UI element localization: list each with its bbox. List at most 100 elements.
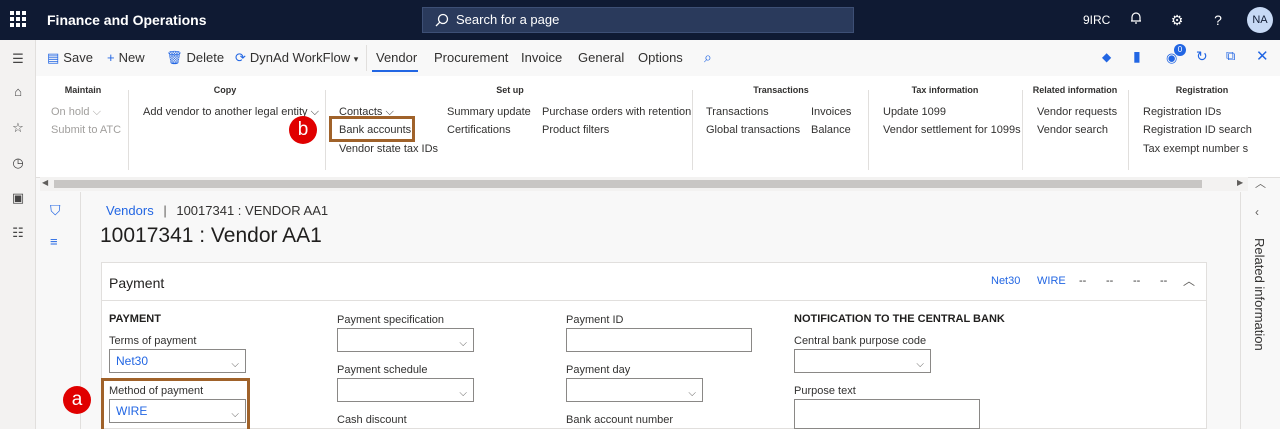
help-icon[interactable]: ? <box>1209 11 1227 29</box>
purpose-text-label: Purpose text <box>794 385 856 397</box>
group-divider <box>325 90 326 170</box>
certifications-button[interactable]: Certifications <box>447 124 511 136</box>
active-tab-indicator <box>372 70 418 72</box>
update-1099-button[interactable]: Update 1099 <box>883 106 946 118</box>
purchase-orders-retention-button[interactable]: Purchase orders with retention <box>542 106 691 118</box>
trash-icon: 🗑 <box>166 50 183 65</box>
payment-schedule-select[interactable]: ⌵ <box>337 378 474 402</box>
summary-field: -- <box>1106 275 1114 287</box>
new-button[interactable]: + New <box>107 50 145 65</box>
office-icon[interactable]: ▮ <box>1133 48 1141 65</box>
delete-button[interactable]: 🗑 Delete <box>166 50 224 66</box>
modules-list-icon[interactable]: ☷ <box>9 224 27 242</box>
terms-of-payment-value: Net30 <box>116 354 149 368</box>
add-vendor-label: Add vendor to another legal entity <box>143 106 308 118</box>
summary-terms: Net30 <box>991 275 1021 287</box>
breadcrumb-vendors-link[interactable]: Vendors <box>106 203 154 218</box>
annotation-badge-b: b <box>289 116 317 144</box>
group-divider <box>128 90 129 170</box>
terms-of-payment-label: Terms of payment <box>109 335 197 347</box>
home-icon[interactable]: ⌂ <box>9 83 27 101</box>
workspace-icon[interactable]: ▣ <box>9 189 27 207</box>
divider <box>366 45 367 71</box>
summary-update-button[interactable]: Summary update <box>447 106 531 118</box>
tab-options[interactable]: Options <box>638 50 683 65</box>
payment-fasttab-title[interactable]: Payment <box>109 275 164 291</box>
submit-to-atc-button[interactable]: Submit to ATC <box>51 124 121 136</box>
vendor-search-button[interactable]: Vendor search <box>1037 124 1108 136</box>
delete-label: Delete <box>186 50 225 65</box>
balance-button[interactable]: Balance <box>811 124 851 136</box>
app-launcher-icon[interactable] <box>10 11 26 27</box>
summary-field: -- <box>1133 275 1141 287</box>
group-title-tax-information: Tax information <box>911 85 979 95</box>
invoices-button[interactable]: Invoices <box>811 106 851 118</box>
page-title: 10017341 : Vendor AA1 <box>100 224 322 247</box>
central-bank-purpose-code-select[interactable]: ⌵ <box>794 349 931 373</box>
left-nav-rail: ☰ ⌂ ☆ ◷ ▣ ☷ <box>0 40 36 429</box>
payment-id-label: Payment ID <box>566 314 624 326</box>
hamburger-menu-icon[interactable]: ☰ <box>9 50 27 68</box>
group-title-copy: Copy <box>213 85 237 95</box>
vendor-requests-button[interactable]: Vendor requests <box>1037 106 1117 118</box>
vendor-settlement-1099-button[interactable]: Vendor settlement for 1099s <box>883 124 1021 136</box>
tab-invoice[interactable]: Invoice <box>521 50 562 65</box>
close-icon[interactable]: ✕ <box>1256 47 1269 65</box>
tax-exempt-number-search-button[interactable]: Tax exempt number sea <box>1143 143 1248 155</box>
top-nav-bar: Finance and Operations Search for a page… <box>0 0 1280 40</box>
scrollbar-thumb[interactable] <box>54 180 1202 188</box>
breadcrumb-current: 10017341 : VENDOR AA1 <box>176 203 329 218</box>
payment-id-input[interactable] <box>566 328 752 352</box>
open-new-window-icon[interactable]: ⧉ <box>1226 48 1235 64</box>
add-vendor-to-legal-entity-button[interactable]: Add vendor to another legal entity ⌵ <box>143 106 319 119</box>
payment-day-label: Payment day <box>566 364 631 376</box>
chevron-down-icon: ⌵ <box>92 106 101 118</box>
avatar[interactable]: NA <box>1247 7 1273 33</box>
summary-field: -- <box>1079 275 1087 287</box>
list-icon[interactable]: ≡ <box>50 234 58 249</box>
group-title-transactions: Transactions <box>753 85 809 95</box>
payment-day-select[interactable]: ⌵ <box>566 378 703 402</box>
chevron-down-icon: ⌵ <box>459 388 467 399</box>
scroll-right-icon[interactable]: ▶ <box>1237 178 1243 187</box>
group-title-setup: Set up <box>496 85 524 95</box>
tab-vendor[interactable]: Vendor <box>376 50 417 65</box>
clock-icon[interactable]: ◷ <box>9 154 27 172</box>
purpose-text-input[interactable] <box>794 399 980 429</box>
refresh-icon[interactable]: ↻ <box>1196 48 1208 65</box>
central-bank-purpose-code-label: Central bank purpose code <box>794 335 927 347</box>
vendor-state-tax-ids-button[interactable]: Vendor state tax IDs <box>339 143 438 155</box>
collapse-fasttab-icon[interactable]: ︿ <box>1183 272 1195 289</box>
bell-icon[interactable] <box>1127 11 1145 29</box>
notification-count-badge: 0 <box>1174 44 1186 56</box>
group-title-maintain: Maintain <box>64 85 102 95</box>
tab-general[interactable]: General <box>578 50 624 65</box>
workflow-button[interactable]: ⟳ DynAd WorkFlow ▾ <box>235 50 358 66</box>
search-input[interactable]: Search for a page <box>422 7 854 33</box>
terms-of-payment-select[interactable]: Net30 ⌵ <box>109 349 246 373</box>
gear-icon[interactable]: ⚙ <box>1168 11 1186 29</box>
tab-procurement[interactable]: Procurement <box>434 50 508 65</box>
company-picker[interactable]: 9IRC <box>1083 13 1110 27</box>
registration-ids-button[interactable]: Registration IDs <box>1143 106 1221 118</box>
transactions-button[interactable]: Transactions <box>706 106 769 118</box>
highlight-box-bank-accounts <box>329 116 415 142</box>
registration-id-search-button[interactable]: Registration ID search <box>1143 124 1252 136</box>
star-icon[interactable]: ☆ <box>9 119 27 137</box>
on-hold-button[interactable]: On hold ⌵ <box>51 106 101 119</box>
diamond-icon[interactable]: ◆ <box>1102 50 1111 64</box>
notifications-button[interactable]: ◉ 0 <box>1166 44 1186 65</box>
payment-schedule-label: Payment schedule <box>337 364 428 376</box>
filter-icon[interactable]: ⛉ <box>50 202 61 219</box>
product-filters-button[interactable]: Product filters <box>542 124 609 136</box>
search-icon[interactable]: ⌕ <box>704 49 712 66</box>
global-transactions-button[interactable]: Global transactions <box>706 124 800 136</box>
chevron-left-icon[interactable]: ‹ <box>1255 205 1259 219</box>
breadcrumb-separator: | <box>163 203 167 218</box>
collapse-ribbon-icon[interactable]: ︿ <box>1255 175 1266 191</box>
save-button[interactable]: ▤ Save <box>47 50 93 66</box>
scroll-left-icon[interactable]: ◀ <box>42 178 48 187</box>
payment-specification-select[interactable]: ⌵ <box>337 328 474 352</box>
group-title-related-information: Related information <box>1032 85 1118 95</box>
group-divider <box>1022 90 1023 170</box>
